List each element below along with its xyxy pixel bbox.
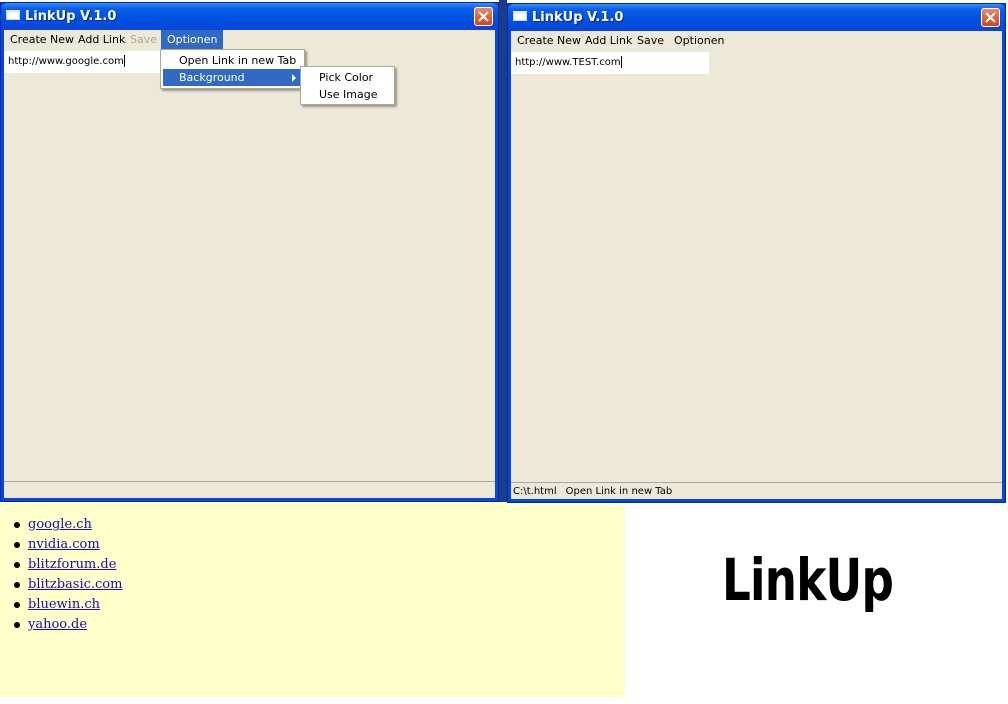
close-icon <box>985 12 996 23</box>
list-item: nvidia.com <box>14 535 625 555</box>
window-client-area: Create New Add Link Save Optionen http:/… <box>511 31 1002 499</box>
list-item: blitzbasic.com <box>14 575 625 595</box>
menu-save[interactable]: Save <box>631 31 670 51</box>
url-input[interactable]: http://www.TEST.com <box>511 52 709 74</box>
link-list-panel: google.ch nvidia.com blitzforum.de blitz… <box>0 503 625 697</box>
list-item: blitzforum.de <box>14 555 625 575</box>
text-caret <box>123 55 125 67</box>
list-item: yahoo.de <box>14 615 625 635</box>
app-window-icon <box>6 10 20 20</box>
link-blitzforum-de[interactable]: blitzforum.de <box>28 557 116 572</box>
link-yahoo-de[interactable]: yahoo.de <box>28 617 87 632</box>
menu-add-link[interactable]: Add Link <box>72 30 131 50</box>
window-title: LinkUp V.1.0 <box>25 9 117 24</box>
status-file-path: C:\t.html <box>513 486 557 497</box>
link-list: google.ch nvidia.com blitzforum.de blitz… <box>0 503 625 635</box>
menu-add-link[interactable]: Add Link <box>579 31 638 51</box>
menu-save: Save <box>130 33 158 46</box>
menu-item-pick-color[interactable]: Pick Color <box>303 69 392 86</box>
link-bluewin-ch[interactable]: bluewin.ch <box>28 597 100 612</box>
menu-item-open-link-new-tab[interactable]: Open Link in new Tab <box>163 52 302 69</box>
linkup-window-right: LinkUp V.1.0 Create New Add Link Save Op… <box>507 3 1006 503</box>
menu-optionen[interactable]: Optionen <box>161 30 224 50</box>
menu-item-background[interactable]: Background <box>163 69 302 86</box>
background-submenu: Pick Color Use Image <box>300 66 395 105</box>
window-gap-strip <box>499 0 507 502</box>
status-action: Open Link in new Tab <box>565 486 673 497</box>
close-button[interactable] <box>981 8 1000 27</box>
optionen-dropdown-menu: Open Link in new Tab Background <box>160 49 305 89</box>
status-bar: C:\t.html Open Link in new Tab <box>511 482 1002 499</box>
title-bar[interactable]: LinkUp V.1.0 <box>1 3 498 30</box>
menu-create-new[interactable]: Create New <box>4 30 80 50</box>
title-bar[interactable]: LinkUp V.1.0 <box>508 4 1005 31</box>
menu-item-label: Pick Color <box>319 71 374 84</box>
chevron-right-icon <box>292 74 296 82</box>
menu-create-new[interactable]: Create New <box>511 31 587 51</box>
menu-item-label: Use Image <box>319 88 378 101</box>
link-nvidia-com[interactable]: nvidia.com <box>28 537 100 552</box>
link-blitzbasic-com[interactable]: blitzbasic.com <box>28 577 122 592</box>
window-client-area: Create New Add Link Save Optionen http:/… <box>4 30 495 498</box>
app-window-icon <box>513 11 527 21</box>
close-icon <box>478 11 489 22</box>
menu-bar: Create New Add Link Save Optionen <box>511 31 1002 51</box>
close-button[interactable] <box>474 7 493 26</box>
url-input[interactable]: http://www.google.com <box>4 51 169 73</box>
menu-bar: Create New Add Link Save Optionen <box>4 30 495 50</box>
menu-item-label: Background <box>179 71 245 84</box>
linkup-logo: LinkUp <box>722 546 894 614</box>
link-google-ch[interactable]: google.ch <box>28 517 92 532</box>
list-item: google.ch <box>14 515 625 535</box>
url-input-value: http://www.TEST.com <box>515 57 621 68</box>
menu-item-use-image[interactable]: Use Image <box>303 86 392 103</box>
url-input-value: http://www.google.com <box>8 56 124 67</box>
window-title: LinkUp V.1.0 <box>532 10 624 25</box>
text-caret <box>620 56 622 68</box>
menu-optionen[interactable]: Optionen <box>668 31 730 51</box>
menu-item-label: Open Link in new Tab <box>179 54 297 67</box>
list-item: bluewin.ch <box>14 595 625 615</box>
status-bar <box>4 481 495 498</box>
